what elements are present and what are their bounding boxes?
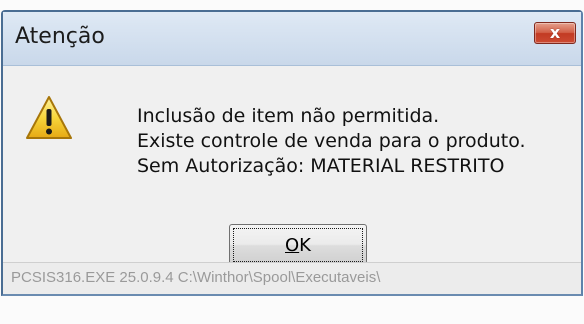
- status-bar: PCSIS316.EXE 25.0.9.4 C:\Winthor\Spool\E…: [3, 262, 581, 294]
- message-text: Inclusão de item não permitida. Existe c…: [137, 104, 526, 179]
- warning-icon: [26, 96, 72, 139]
- close-button[interactable]: x: [534, 22, 576, 44]
- ok-button[interactable]: OK: [229, 224, 367, 266]
- ok-label-rest: K: [299, 234, 311, 256]
- ok-mnemonic: O: [285, 234, 300, 256]
- close-icon: x: [549, 23, 561, 42]
- ok-button-label: OK: [285, 235, 311, 256]
- window-title: Atenção: [15, 24, 105, 49]
- message-line: Existe controle de venda para o produto.: [137, 130, 526, 152]
- screen-background: Atenção x Inclusão de item não permitida…: [0, 0, 584, 324]
- focus-rectangle: OK: [233, 228, 363, 262]
- dialog-content: Inclusão de item não permitida. Existe c…: [3, 66, 581, 266]
- title-bar[interactable]: Atenção x: [3, 12, 581, 66]
- message-line: Sem Autorização: MATERIAL RESTRITO: [137, 155, 505, 177]
- alert-dialog: Atenção x Inclusão de item não permitida…: [1, 10, 583, 296]
- status-text: PCSIS316.EXE 25.0.9.4 C:\Winthor\Spool\E…: [11, 269, 381, 286]
- message-line: Inclusão de item não permitida.: [137, 105, 440, 127]
